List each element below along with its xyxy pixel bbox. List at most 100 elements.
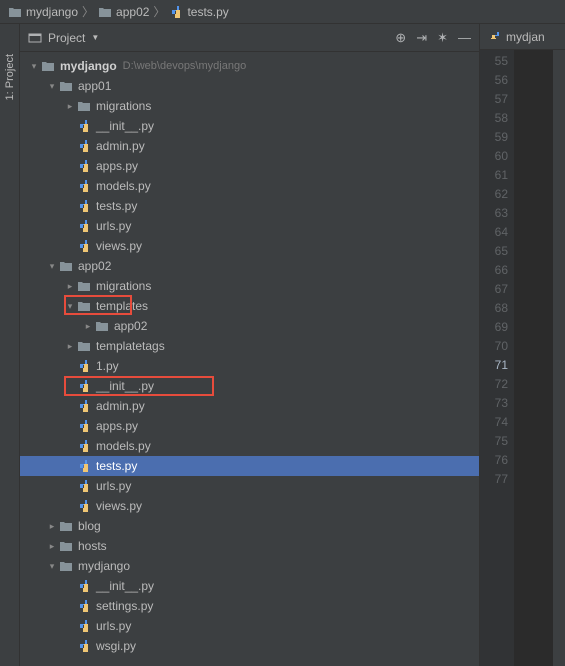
tree-row[interactable]: tests.py [20,196,479,216]
tree-row[interactable]: ▾templates [20,296,479,316]
folder-icon [94,318,110,334]
tree-row[interactable]: ▸app02 [20,316,479,336]
line-number[interactable]: 56 [480,71,508,90]
tree-label: wsgi.py [96,639,136,653]
tree-row[interactable]: admin.py [20,136,479,156]
chevron-icon[interactable]: ▸ [64,341,76,352]
line-number[interactable]: 77 [480,470,508,489]
python-icon [76,378,92,394]
collapse-icon[interactable]: ⇥ [416,30,427,46]
breadcrumb-label: tests.py [187,5,228,19]
tool-window-stripe: 1: Project [0,24,20,666]
chevron-icon[interactable]: ▸ [46,541,58,552]
tree-row[interactable]: views.py [20,496,479,516]
line-number[interactable]: 74 [480,413,508,432]
tree-row[interactable]: ▾mydjango [20,556,479,576]
python-icon [490,31,502,43]
tree-row[interactable]: ▸blog [20,516,479,536]
line-number[interactable]: 57 [480,90,508,109]
tree-row[interactable]: __init__.py [20,376,479,396]
breadcrumb-item[interactable]: app02 [98,5,149,19]
line-number[interactable]: 72 [480,375,508,394]
breadcrumb-item[interactable]: mydjango [8,5,78,19]
chevron-icon[interactable]: ▸ [64,281,76,292]
chevron-icon[interactable]: ▸ [64,101,76,112]
line-number[interactable]: 75 [480,432,508,451]
line-number[interactable]: 68 [480,299,508,318]
tree-row[interactable]: ▾app01 [20,76,479,96]
tree-row[interactable]: ▸migrations [20,96,479,116]
line-number[interactable]: 69 [480,318,508,337]
line-number[interactable]: 65 [480,242,508,261]
project-tool-tab[interactable]: 1: Project [4,54,16,100]
tree-row[interactable]: views.py [20,236,479,256]
tree-row[interactable]: urls.py [20,616,479,636]
chevron-icon[interactable]: ▾ [46,81,58,92]
path-suffix: D:\web\devops\mydjango [123,60,247,72]
line-number[interactable]: 66 [480,261,508,280]
line-gutter[interactable]: 5556575859606162636465666768697071727374… [480,50,514,666]
tree-row[interactable]: admin.py [20,396,479,416]
tree-row[interactable]: ▾mydjangoD:\web\devops\mydjango [20,56,479,76]
tree-label: hosts [78,539,107,553]
tree-row[interactable]: urls.py [20,476,479,496]
chevron-icon[interactable]: ▸ [46,521,58,532]
line-number[interactable]: 73 [480,394,508,413]
tree-row[interactable]: ▾app02 [20,256,479,276]
chevron-icon[interactable]: ▾ [46,561,58,572]
gear-icon[interactable]: ✶ [437,30,448,46]
line-number[interactable]: 60 [480,147,508,166]
line-number[interactable]: 76 [480,451,508,470]
tree-row[interactable]: __init__.py [20,576,479,596]
breadcrumb-label: app02 [116,5,149,19]
tree-row[interactable]: ▸ hosts [20,536,479,556]
tree-row[interactable]: wsgi.py [20,636,479,656]
python-icon [76,598,92,614]
tree-row[interactable]: 1.py [20,356,479,376]
line-number[interactable]: 67 [480,280,508,299]
tree-label: 1.py [96,359,119,373]
line-number[interactable]: 64 [480,223,508,242]
line-number[interactable]: 70 [480,337,508,356]
breadcrumb-sep: 〉 [153,3,165,20]
chevron-icon[interactable]: ▸ [82,321,94,332]
folder-icon [40,58,56,74]
locate-icon[interactable]: ⊕ [395,30,406,46]
tree-label: __init__.py [96,119,154,133]
tree-row[interactable]: __init__.py [20,116,479,136]
tree-row[interactable]: apps.py [20,156,479,176]
tree-row[interactable]: models.py [20,436,479,456]
line-number[interactable]: 59 [480,128,508,147]
python-icon [76,218,92,234]
python-icon [76,138,92,154]
hide-icon[interactable]: — [458,30,471,45]
tree-row[interactable]: models.py [20,176,479,196]
tree-row[interactable]: ▸templatetags [20,336,479,356]
tree-row[interactable]: ▸migrations [20,276,479,296]
python-icon [76,578,92,594]
line-number[interactable]: 71 [480,356,508,375]
python-icon [76,418,92,434]
editor-tab[interactable]: mydjan [486,30,549,44]
editor-area: mydjan 555657585960616263646566676869707… [480,24,565,666]
tree-row[interactable]: urls.py [20,216,479,236]
chevron-icon[interactable]: ▾ [64,301,76,312]
project-view-selector[interactable]: Project ▼ [28,31,99,45]
folder-icon [58,518,74,534]
editor-tabs: mydjan [480,24,565,50]
line-number[interactable]: 55 [480,52,508,71]
breadcrumb[interactable]: mydjango〉app02〉tests.py [0,0,565,24]
line-number[interactable]: 61 [480,166,508,185]
line-number[interactable]: 58 [480,109,508,128]
breadcrumb-item[interactable]: tests.py [169,5,228,19]
project-tree[interactable]: ▾mydjangoD:\web\devops\mydjango▾app01▸mi… [20,52,479,666]
tree-row[interactable]: settings.py [20,596,479,616]
python-icon [76,478,92,494]
line-number[interactable]: 62 [480,185,508,204]
tree-row[interactable]: apps.py [20,416,479,436]
chevron-icon[interactable]: ▾ [28,61,40,72]
chevron-icon[interactable]: ▾ [46,261,58,272]
project-panel-header: Project ▼ ⊕ ⇥ ✶ — [20,24,479,52]
tree-row[interactable]: tests.py [20,456,479,476]
line-number[interactable]: 63 [480,204,508,223]
